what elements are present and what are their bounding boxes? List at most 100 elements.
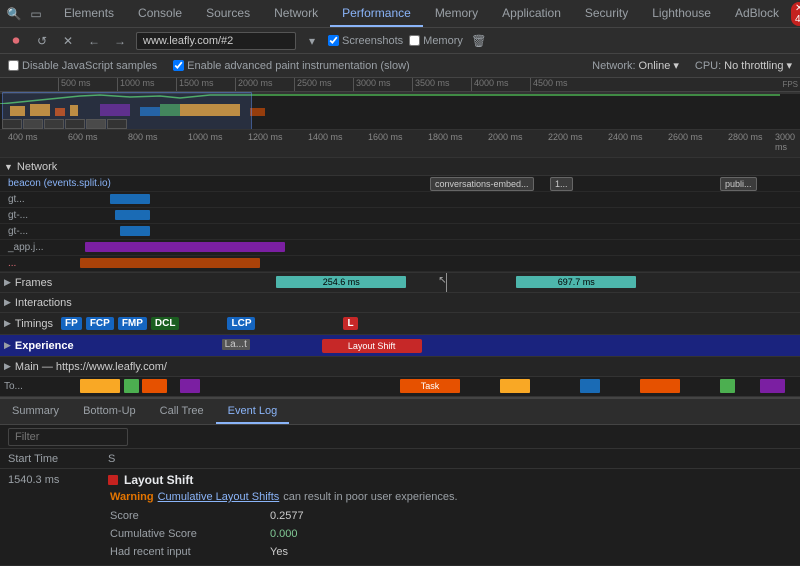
main-content-row: To... Task — [0, 377, 800, 397]
frame-bar-2: 697.7 ms — [516, 276, 636, 288]
score-value: 0.2577 — [270, 510, 304, 522]
tab-bottom-up[interactable]: Bottom-Up — [71, 399, 148, 424]
event-time: 1540.3 ms — [8, 473, 108, 486]
tab-sources[interactable]: Sources — [194, 0, 262, 27]
screenshots-checkbox[interactable] — [328, 35, 339, 46]
frames-collapse-icon: ▶ — [4, 277, 11, 288]
network-section: ▼ Network beacon (events.split.io) 1... … — [0, 158, 800, 273]
tag-lcp: LCP — [227, 317, 255, 330]
cumulative-label: Cumulative Score — [110, 528, 270, 540]
experience-bars: La...t Layout Shift — [82, 335, 800, 356]
tag-l: L — [343, 317, 357, 330]
dropdown-icon[interactable]: ▾ — [302, 31, 322, 51]
enable-paint-checkbox[interactable] — [173, 60, 184, 71]
memory-checkbox-label[interactable]: Memory — [409, 35, 463, 47]
screenshots-checkbox-label[interactable]: Screenshots — [328, 35, 403, 47]
back-icon[interactable]: ← — [84, 31, 104, 51]
ruler-3000: 3000 ms — [353, 78, 391, 91]
disable-js-label[interactable]: Disable JavaScript samples — [8, 60, 157, 72]
bottom-tabs: Summary Bottom-Up Call Tree Event Log — [0, 399, 800, 425]
score-label: Score — [110, 510, 270, 522]
timeline-overview[interactable]: 500 ms 1000 ms 1500 ms 2000 ms 2500 ms 3… — [0, 78, 800, 130]
network-header[interactable]: ▼ Network — [0, 158, 800, 176]
tab-call-tree[interactable]: Call Tree — [148, 399, 216, 424]
reload-icon[interactable]: ↺ — [32, 31, 52, 51]
cpu-row — [0, 104, 800, 116]
tab-security[interactable]: Security — [573, 0, 640, 27]
tab-adblock[interactable]: AdBlock — [723, 0, 791, 27]
timings-collapse-icon: ▶ — [4, 318, 11, 329]
tag-fmp: FMP — [118, 317, 147, 330]
ruler-1000: 1000 ms — [117, 78, 155, 91]
ruler-2500: 2500 ms — [294, 78, 332, 91]
screenshots-row — [0, 119, 800, 129]
memory-checkbox[interactable] — [409, 35, 420, 46]
main-content-label: To... — [0, 381, 80, 392]
tag-fp: FP — [61, 317, 82, 330]
ruler-4500: 4500 ms — [530, 78, 568, 91]
tab-elements[interactable]: Elements — [52, 0, 126, 27]
main-content-bars: Task — [80, 377, 800, 396]
main-row[interactable]: ▶ Main — https://www.leafly.com/ — [0, 357, 800, 377]
network-row-3: gt-... — [0, 224, 800, 240]
frame-bar-1: 254.6 ms — [276, 276, 406, 288]
ruler-1500: 1500 ms — [176, 78, 214, 91]
task-bar: Task — [400, 379, 460, 393]
tab-event-log[interactable]: Event Log — [216, 399, 290, 424]
tab-performance[interactable]: Performance — [330, 0, 423, 27]
options-bar: Disable JavaScript samples Enable advanc… — [0, 54, 800, 78]
main-collapse-icon: ▶ — [4, 361, 11, 372]
enable-paint-label[interactable]: Enable advanced paint instrumentation (s… — [173, 60, 410, 72]
lower-ruler: 400 ms 600 ms 800 ms 1000 ms 1200 ms 140… — [0, 130, 800, 158]
clear-icon[interactable]: ✕ — [58, 31, 78, 51]
network-domain-row: beacon (events.split.io) 1... conversati… — [0, 176, 800, 192]
network-row-5: ... — [0, 256, 800, 272]
tab-console[interactable]: Console — [126, 0, 194, 27]
layout-shift-bar: Layout Shift — [322, 339, 422, 353]
network-select[interactable]: Network: Online ▾ — [592, 59, 679, 72]
warning-text: can result in poor user experiences. — [283, 491, 457, 503]
forward-icon[interactable]: → — [110, 31, 130, 51]
disable-js-checkbox[interactable] — [8, 60, 19, 71]
event-log-row[interactable]: 1540.3 ms Layout Shift Warning Cumulativ… — [0, 469, 800, 566]
recent-input-row: Had recent input Yes — [110, 543, 792, 561]
tab-memory[interactable]: Memory — [423, 0, 490, 27]
bottom-panel: Summary Bottom-Up Call Tree Event Log St… — [0, 397, 800, 566]
tab-lighthouse[interactable]: Lighthouse — [640, 0, 723, 27]
second-bar: ⏺ ↺ ✕ ← → www.leafly.com/#2 ▾ Screenshot… — [0, 28, 800, 54]
tab-application[interactable]: Application — [490, 0, 573, 27]
timing-tags: FP FCP FMP DCL LCP L — [61, 317, 800, 330]
event-title: Layout Shift — [108, 473, 792, 487]
cursor-arrow: ↖ — [438, 275, 446, 286]
cpu-select[interactable]: CPU: No throttling ▾ — [695, 59, 792, 72]
network-row-2: gt-... — [0, 208, 800, 224]
network-row-1: gt... — [0, 192, 800, 208]
cpu-chart — [0, 104, 780, 116]
tab-summary[interactable]: Summary — [0, 399, 71, 424]
record-icon[interactable]: ⏺ — [6, 31, 26, 51]
trash-icon[interactable]: 🗑 — [469, 31, 489, 51]
recent-input-label: Had recent input — [110, 546, 270, 558]
error-badge: ✕ 4 — [791, 2, 800, 26]
warning-link[interactable]: Cumulative Layout Shifts — [158, 491, 280, 503]
network-chip-publi: publi... — [720, 177, 757, 191]
column-headers: Start Time S — [0, 449, 800, 469]
interactions-collapse-icon: ▶ — [4, 297, 11, 308]
tab-network[interactable]: Network — [262, 0, 330, 27]
fps-label: FPS — [782, 80, 798, 89]
interactions-row[interactable]: ▶ Interactions — [0, 293, 800, 313]
event-details: Layout Shift Warning Cumulative Layout S… — [108, 473, 792, 561]
experience-row[interactable]: ▶ Experience La...t Layout Shift — [0, 335, 800, 357]
tag-fcp: FCP — [86, 317, 114, 330]
network-collapse-icon: ▼ — [4, 162, 13, 172]
device-icon[interactable]: ▭ — [26, 4, 46, 24]
filter-input[interactable] — [8, 428, 128, 446]
ruler-500: 500 ms — [58, 78, 91, 91]
frames-row[interactable]: ▶ Frames 254.6 ms 697.7 ms ↖ — [0, 273, 800, 293]
network-row-4: _app.j... — [0, 240, 800, 256]
timings-row[interactable]: ▶ Timings FP FCP FMP DCL LCP L — [0, 313, 800, 335]
top-bar: 🔍 ▭ Elements Console Sources Network Per… — [0, 0, 800, 28]
tag-dcl: DCL — [151, 317, 180, 330]
ruler-2000: 2000 ms — [235, 78, 273, 91]
inspect-icon[interactable]: 🔍 — [4, 4, 24, 24]
